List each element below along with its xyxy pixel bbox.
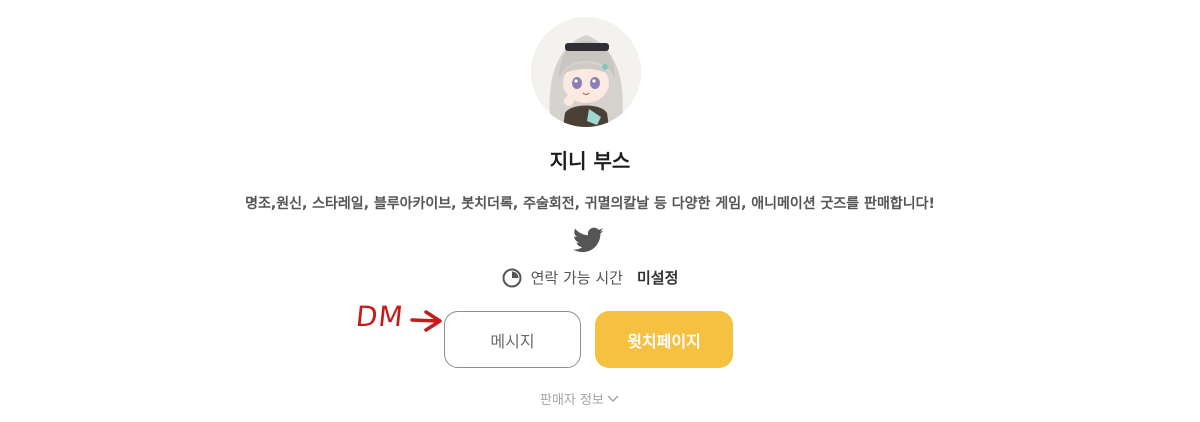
watch-page-button[interactable]: 윗치페이지 (595, 311, 733, 368)
contact-hours: 연락 가능 시간 미설정 (0, 267, 1180, 288)
clock-icon (502, 268, 522, 288)
twitter-icon[interactable] (573, 227, 604, 254)
contact-hours-label: 연락 가능 시간 (530, 269, 623, 287)
arrow-right-icon (410, 310, 442, 332)
avatar (531, 17, 641, 127)
seller-info-label: 판매자 정보 (540, 393, 604, 408)
shop-name: 지니 부스 (549, 149, 631, 173)
avatar-illustration (531, 17, 641, 127)
dm-annotation: DM (354, 300, 444, 340)
contact-hours-value: 미설정 (636, 269, 679, 287)
message-button[interactable]: 메시지 (444, 311, 581, 368)
shop-profile-page: 지니 부스 명조,원신, 스타레일, 블루아카이브, 봇치더록, 주술회전, 귀… (0, 0, 1200, 422)
chevron-down-icon (607, 394, 619, 402)
shop-description: 명조,원신, 스타레일, 블루아카이브, 봇치더록, 주술회전, 귀멸의칼날 등… (245, 196, 935, 212)
seller-info-toggle[interactable]: 판매자 정보 (540, 389, 620, 408)
